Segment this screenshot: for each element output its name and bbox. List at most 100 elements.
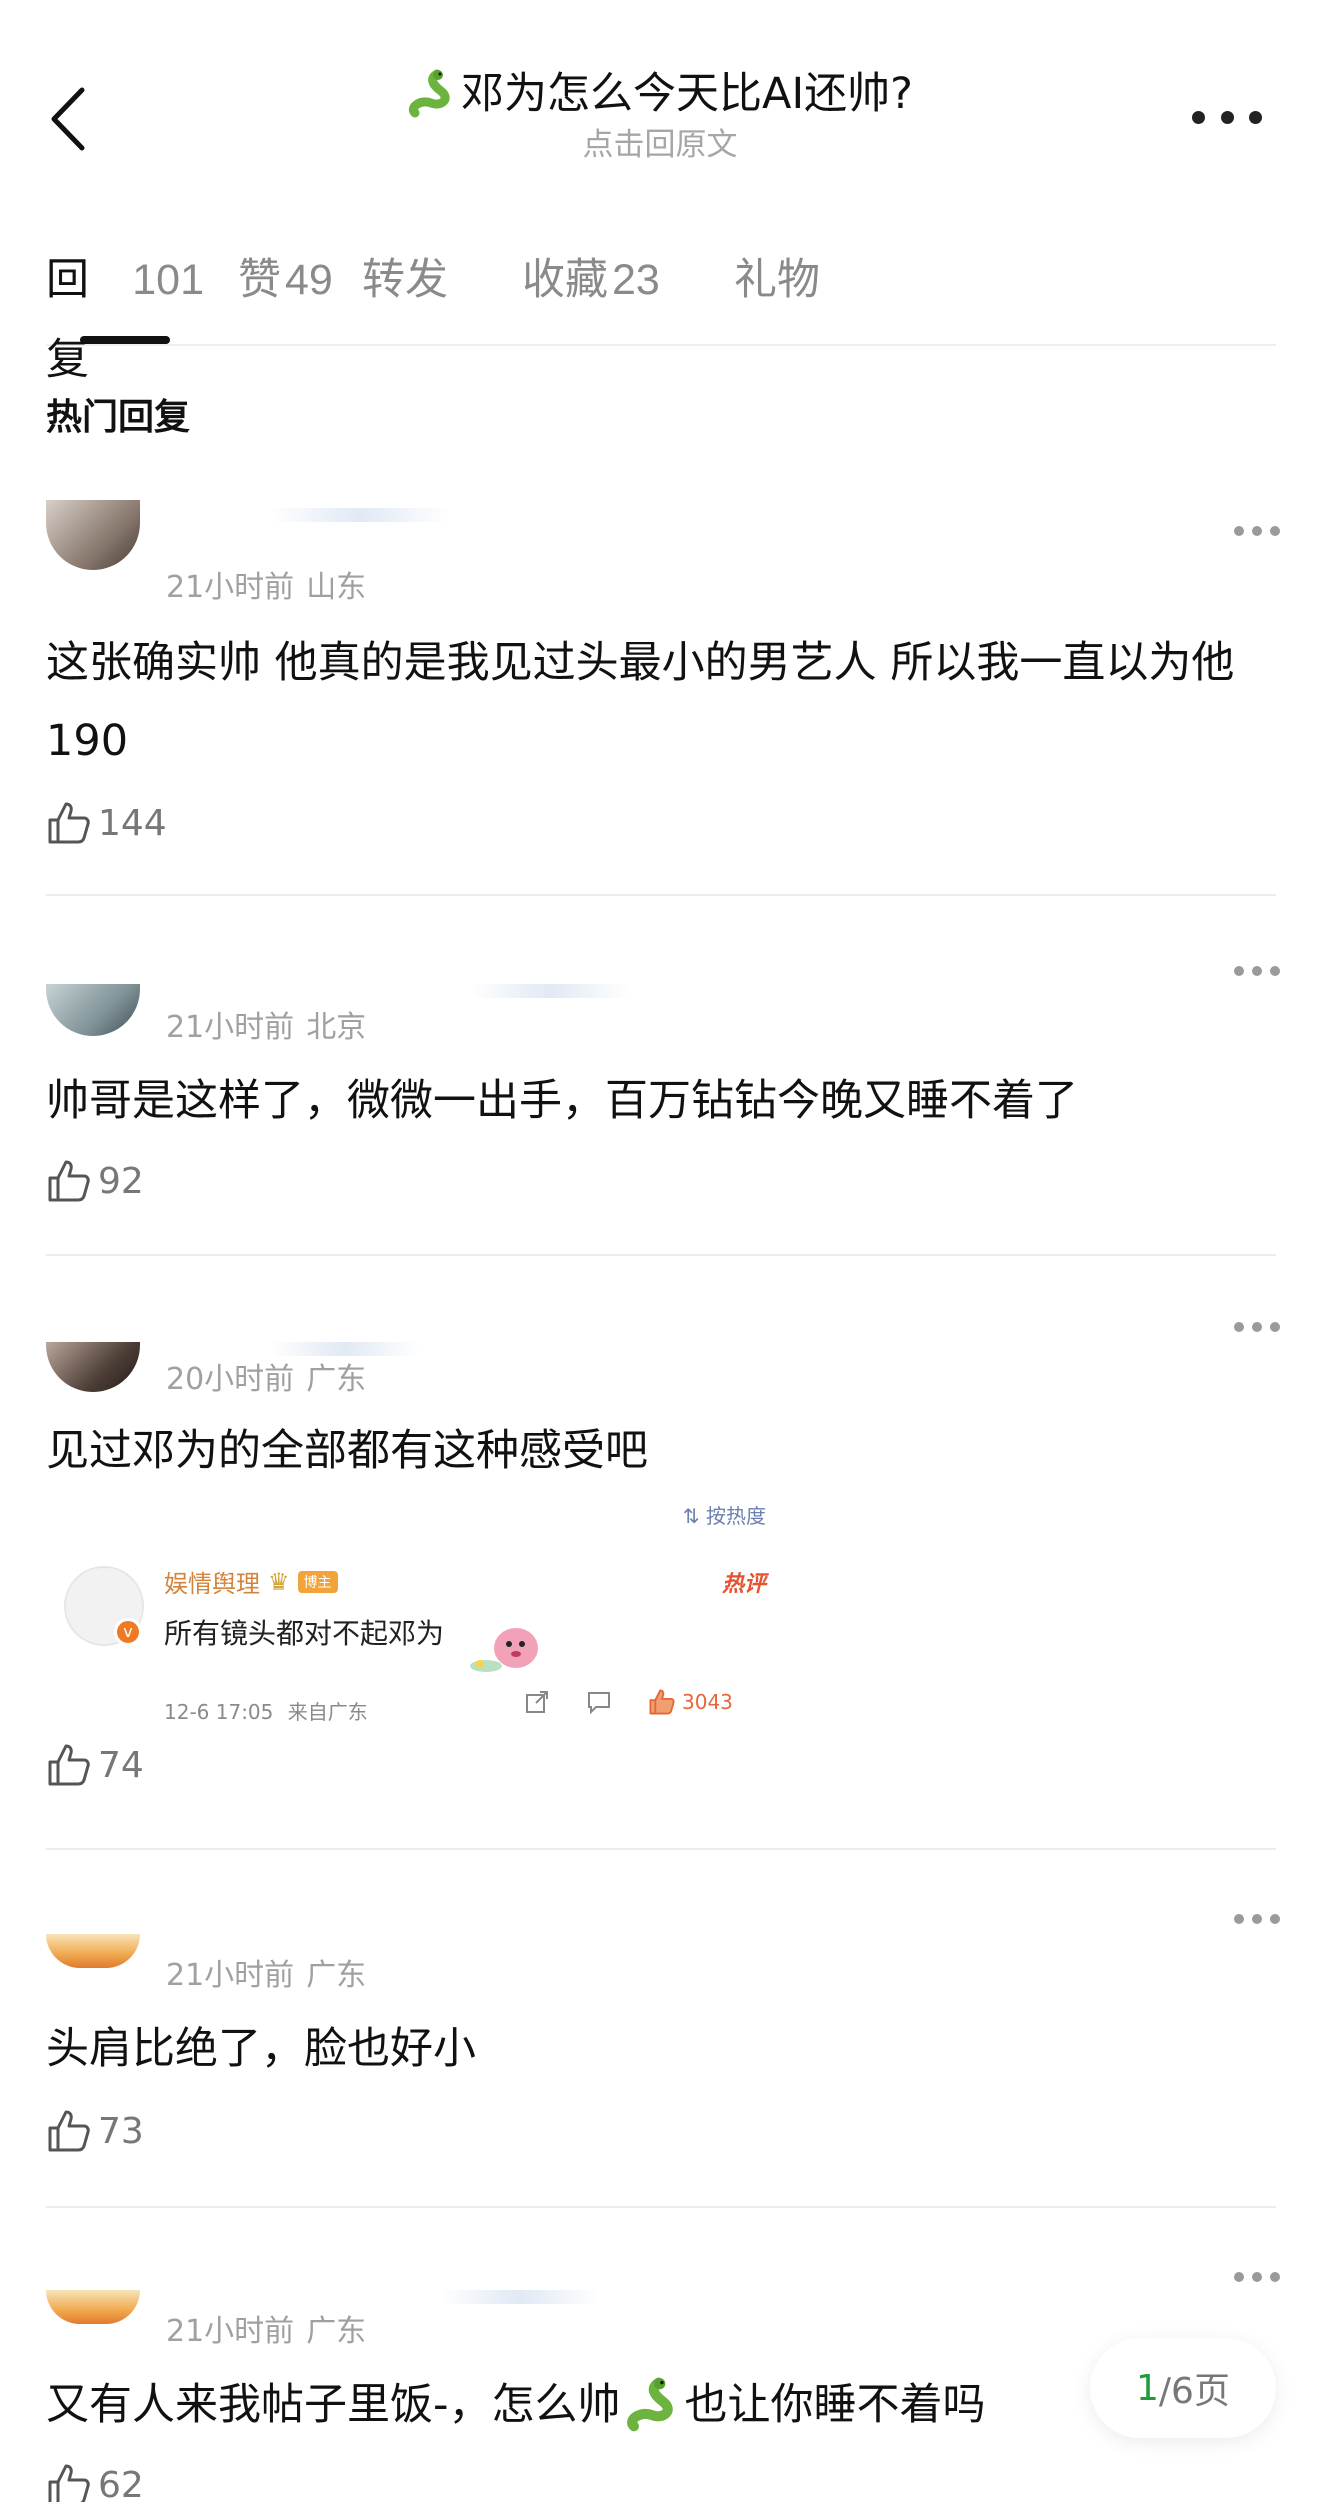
tab-label: 礼物 bbox=[734, 255, 820, 305]
tab-count: 23 bbox=[612, 256, 660, 304]
embed-like: 3043 bbox=[648, 1688, 733, 1716]
tab-label: 回复 bbox=[46, 255, 89, 385]
sort-icon: ⇅ bbox=[682, 1504, 700, 1528]
embed-like-count: 3043 bbox=[682, 1690, 733, 1714]
chevron-left-icon bbox=[51, 87, 85, 151]
comment-text-part: 又有人来我帖子里饭-，怎么帅 bbox=[46, 2380, 621, 2430]
more-options-button[interactable] bbox=[1192, 100, 1262, 134]
divider bbox=[46, 1254, 1276, 1256]
embed-date: 12-6 17:05 bbox=[164, 1700, 274, 1724]
embed-username: 娱情舆理 ♛ 博主 bbox=[164, 1564, 338, 1599]
comment-text: 头肩比绝了，脸也好小 bbox=[46, 2024, 476, 2074]
current-page: 1 bbox=[1136, 2367, 1159, 2409]
avatar[interactable] bbox=[46, 2290, 140, 2324]
comment-more-button[interactable] bbox=[1234, 1912, 1280, 1926]
tab-replies[interactable]: 回复 101 bbox=[46, 240, 204, 385]
comment-text: 帅哥是这样了，微微一出手，百万钻钻今晚又睡不着了 bbox=[46, 1076, 1078, 1126]
like-button[interactable]: 144 bbox=[46, 800, 167, 846]
crown-icon: ♛ bbox=[268, 1567, 290, 1596]
thumbs-up-icon bbox=[649, 1689, 675, 1715]
comment-text: 这张确实帅 他真的是我见过头最小的男艺人 所以我一直以为他190 bbox=[46, 638, 1235, 766]
cropped-strip bbox=[440, 2290, 600, 2304]
tab-likes[interactable]: 赞 49 bbox=[238, 240, 333, 346]
comment-time: 21小时前 bbox=[166, 570, 295, 605]
comment-location: 山东 bbox=[306, 570, 367, 605]
like-button[interactable]: 92 bbox=[46, 1158, 144, 1204]
avatar[interactable] bbox=[46, 500, 140, 570]
cropped-strip bbox=[270, 508, 450, 522]
comment-location: 广东 bbox=[306, 2314, 367, 2349]
post-title-text: 邓为怎么今天比AI还帅? bbox=[461, 69, 913, 119]
divider bbox=[46, 1848, 1276, 1850]
hot-replies-heading: 热门回复 bbox=[46, 397, 191, 438]
like-button[interactable]: 62 bbox=[46, 2462, 144, 2502]
comment-more-button[interactable] bbox=[1234, 524, 1280, 538]
tab-label: 转发 bbox=[362, 255, 448, 305]
comment-text: 又有人来我帖子里饭-，怎么帅 也让你睡不着吗 bbox=[46, 2366, 1106, 2444]
divider bbox=[46, 2206, 1276, 2208]
comment-text: 见过邓为的全部都有这种感受吧 bbox=[46, 1426, 648, 1476]
sort-label: ⇅ 按热度 bbox=[683, 1500, 766, 1529]
cropped-strip bbox=[470, 984, 630, 998]
like-button[interactable]: 74 bbox=[46, 1742, 144, 1788]
verified-badge-icon: v bbox=[114, 1618, 142, 1646]
tab-label: 赞 bbox=[238, 255, 281, 305]
tab-bar: 回复 101 赞 49 转发 收藏 23 礼物 bbox=[46, 240, 1276, 385]
comment-location: 广东 bbox=[306, 1362, 367, 1397]
comment-meta: 21小时前 广东 bbox=[166, 2306, 366, 2350]
tab-favorites[interactable]: 收藏 23 bbox=[522, 240, 672, 346]
tab-count: 49 bbox=[285, 256, 333, 304]
thumbs-up-icon bbox=[48, 1160, 90, 1202]
comment-time: 20小时前 bbox=[166, 1362, 295, 1397]
total-pages: /6页 bbox=[1158, 2371, 1230, 2412]
comment-icon bbox=[588, 1692, 610, 1715]
embed-actions: 3043 bbox=[524, 1688, 733, 1716]
title-block[interactable]: 邓为怎么今天比AI还帅? 点击回原文 bbox=[260, 66, 1060, 165]
back-to-original-link[interactable]: 点击回原文 bbox=[260, 125, 1060, 165]
thumbs-up-icon bbox=[48, 2464, 90, 2502]
comment-time: 21小时前 bbox=[166, 1010, 295, 1045]
active-tab-indicator bbox=[80, 336, 170, 344]
comment-more-button[interactable] bbox=[1234, 964, 1280, 978]
comment-text-part: 也让你睡不着吗 bbox=[684, 2380, 986, 2430]
hot-comment-label: 热评 bbox=[721, 1572, 766, 1597]
comment-time: 21小时前 bbox=[166, 2314, 295, 2349]
like-count: 73 bbox=[98, 2110, 144, 2152]
embed-username-text: 娱情舆理 bbox=[164, 1570, 260, 1598]
pink-sticker-icon bbox=[470, 1628, 538, 1672]
like-button[interactable]: 73 bbox=[46, 2108, 144, 2154]
avatar[interactable] bbox=[46, 1342, 140, 1392]
post-title[interactable]: 邓为怎么今天比AI还帅? bbox=[407, 66, 913, 122]
snake-emoji-icon bbox=[626, 2377, 673, 2432]
snake-emoji-icon bbox=[409, 69, 450, 118]
comment-item: 21小时前 山东 这张确实帅 他真的是我见过头最小的男艺人 所以我一直以为他190… bbox=[0, 500, 1320, 898]
comment-meta: 21小时前 北京 bbox=[166, 1002, 366, 1046]
embedded-screenshot[interactable]: ⇅ 按热度 v 娱情舆理 ♛ 博主 热评 所有镜头都对不起邓为 12-6 17:… bbox=[46, 1500, 766, 1740]
avatar[interactable] bbox=[46, 1934, 140, 1968]
embed-source: 来自广东 bbox=[287, 1700, 368, 1724]
comment-time: 21小时前 bbox=[166, 1958, 295, 1993]
comment-meta: 21小时前 广东 bbox=[166, 1950, 366, 1994]
blogger-tag: 博主 bbox=[297, 1570, 338, 1593]
comment-more-button[interactable] bbox=[1234, 2270, 1280, 2284]
comment-location: 广东 bbox=[306, 1958, 367, 1993]
avatar[interactable] bbox=[46, 984, 140, 1036]
tab-count: 101 bbox=[132, 256, 204, 304]
dot bbox=[1220, 110, 1234, 124]
comment-location: 北京 bbox=[306, 1010, 367, 1045]
embed-text: 所有镜头都对不起邓为 bbox=[164, 1617, 445, 1650]
dot bbox=[1192, 110, 1205, 124]
back-button[interactable] bbox=[44, 84, 92, 154]
comment-meta: 21小时前 山东 bbox=[166, 562, 366, 606]
tab-gifts[interactable]: 礼物 bbox=[734, 240, 824, 346]
comment-meta: 20小时前 广东 bbox=[166, 1354, 366, 1398]
tab-reposts[interactable]: 转发 bbox=[362, 240, 452, 346]
comment-more-button[interactable] bbox=[1234, 1320, 1280, 1334]
like-count: 92 bbox=[98, 1160, 144, 1202]
page-indicator[interactable]: 1/6页 bbox=[1090, 2338, 1276, 2438]
tab-label: 收藏 bbox=[522, 255, 608, 305]
thumbs-up-icon bbox=[48, 2110, 90, 2152]
thumbs-up-icon bbox=[48, 1744, 90, 1786]
comment-item: 21小时前 北京 帅哥是这样了，微微一出手，百万钻钻今晚又睡不着了 92 bbox=[0, 936, 1320, 1272]
share-icon bbox=[526, 1691, 548, 1713]
